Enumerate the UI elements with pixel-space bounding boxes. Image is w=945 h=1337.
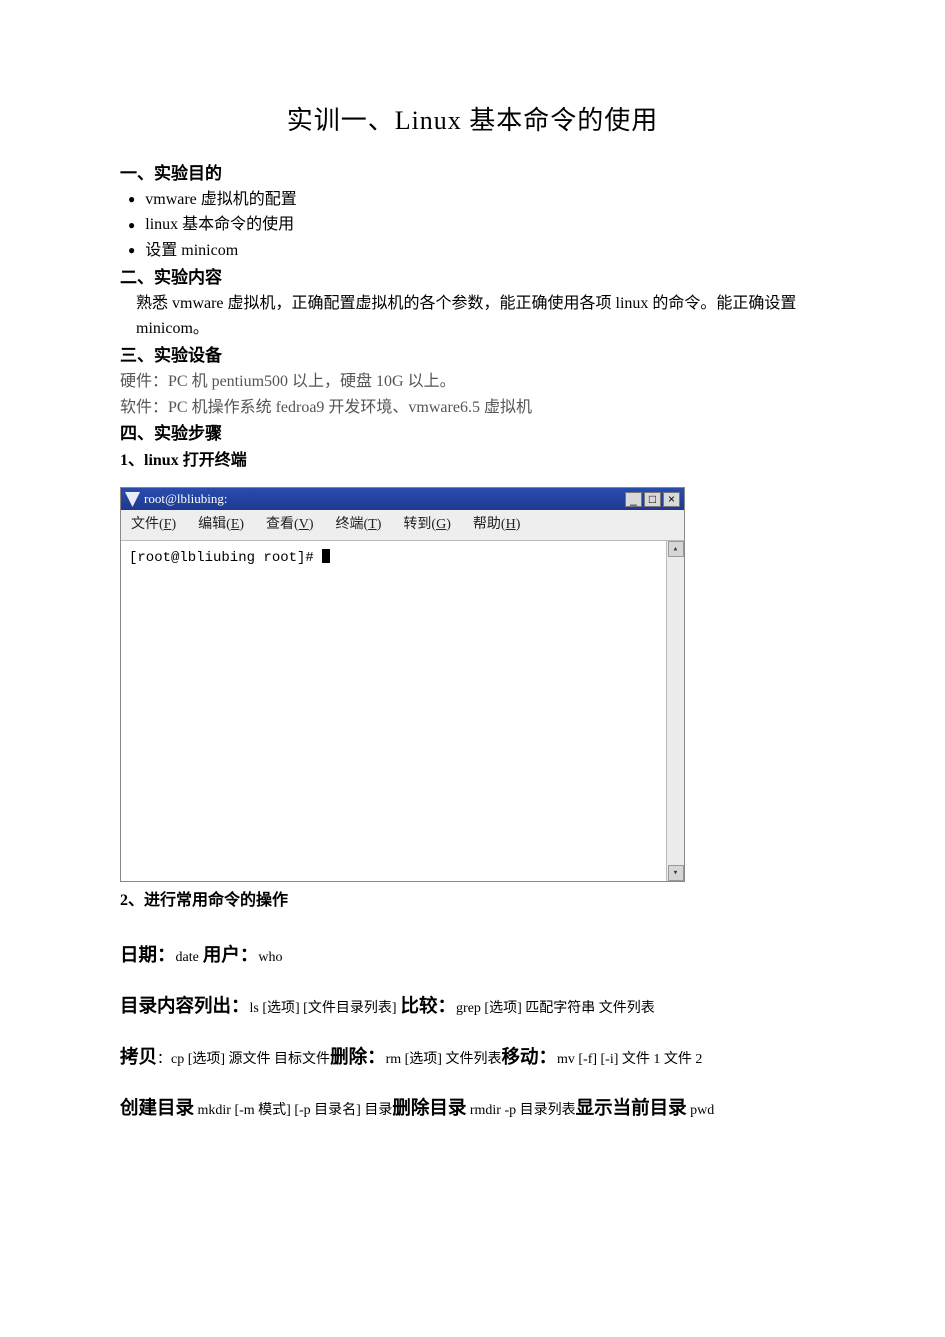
terminal-prompt: [root@lbliubing root]#	[129, 550, 322, 566]
bullet-text: linux 基本命令的使用	[145, 212, 294, 238]
window-titlebar[interactable]: root@lbliubing: _ □ ×	[121, 488, 684, 510]
cmd-cp: cp [选项] 源文件 目标文件	[171, 1052, 330, 1067]
cmd-mkdir: mkdir [-m 模式] [-p 目录名] 目录	[194, 1103, 392, 1118]
scroll-up-icon[interactable]: ▴	[668, 541, 684, 557]
terminal-screenshot: root@lbliubing: _ □ × 文件(F) 编辑(E) 查看(V) …	[120, 487, 825, 882]
scroll-down-icon[interactable]: ▾	[668, 865, 684, 881]
label-mkdir: 创建目录	[120, 1097, 194, 1118]
page-title: 实训一、Linux 基本命令的使用	[120, 100, 825, 142]
menu-help[interactable]: 帮助(H)	[473, 514, 520, 536]
close-button[interactable]: ×	[663, 492, 680, 507]
label-move: 移动：	[501, 1046, 557, 1067]
section4-heading: 四、实验步骤	[120, 420, 825, 447]
bullet-item: ● vmware 虚拟机的配置	[128, 187, 825, 213]
cmd-mv: mv [-f] [-i] 文件 1 文件 2	[557, 1052, 702, 1067]
cmd-rmdir: rmdir -p 目录列表	[466, 1103, 575, 1118]
bullet-text: 设置 minicom	[145, 238, 238, 264]
menubar: 文件(F) 编辑(E) 查看(V) 终端(T) 转到(G) 帮助(H)	[121, 510, 684, 541]
scrollbar[interactable]: ▴ ▾	[666, 541, 684, 881]
label-compare: 比较：	[401, 995, 457, 1016]
bullet-item: ● 设置 minicom	[128, 238, 825, 264]
cmd-rm: rm [选项] 文件列表	[386, 1052, 502, 1067]
step-1: 1、linux 打开终端	[120, 448, 825, 474]
bullet-dot: ●	[128, 190, 135, 209]
menu-view[interactable]: 查看(V)	[266, 514, 313, 536]
section2-heading: 二、实验内容	[120, 264, 825, 291]
terminal-window: root@lbliubing: _ □ × 文件(F) 编辑(E) 查看(V) …	[120, 487, 685, 882]
cmd-date: date	[176, 950, 199, 965]
label-ls: 目录内容列出：	[120, 995, 250, 1016]
menu-go[interactable]: 转到(G)	[403, 514, 450, 536]
section1-heading: 一、实验目的	[120, 160, 825, 187]
menu-file[interactable]: 文件(F)	[131, 514, 176, 536]
maximize-button[interactable]: □	[644, 492, 661, 507]
bullet-text: vmware 虚拟机的配置	[145, 187, 297, 213]
label-pwd: 显示当前目录	[576, 1097, 687, 1118]
label-copy: 拷贝	[120, 1046, 157, 1067]
bullet-dot: ●	[128, 241, 135, 260]
cursor-icon	[322, 549, 330, 563]
cmd-ls: ls [选项] [文件目录列表]	[250, 1001, 397, 1016]
cmd-grep: grep [选项] 匹配字符串 文件列表	[456, 1001, 655, 1016]
section2-text: 熟悉 vmware 虚拟机，正确配置虚拟机的各个参数，能正确使用各项 linux…	[120, 291, 825, 342]
bullet-item: ● linux 基本命令的使用	[128, 212, 825, 238]
commands-block: 日期：date 用户：who 目录内容列出：ls [选项] [文件目录列表] 比…	[120, 936, 825, 1126]
menu-edit[interactable]: 编辑(E)	[198, 514, 244, 536]
app-icon	[125, 492, 140, 507]
label-user: 用户：	[203, 944, 259, 965]
section3-heading: 三、实验设备	[120, 342, 825, 369]
label-rmdir: 删除目录	[392, 1097, 466, 1118]
menu-terminal[interactable]: 终端(T)	[336, 514, 382, 536]
terminal-content[interactable]: [root@lbliubing root]# ▴ ▾	[121, 541, 684, 881]
cmd-who: who	[258, 950, 282, 965]
bullet-dot: ●	[128, 216, 135, 235]
step-2: 2、进行常用命令的操作	[120, 888, 825, 914]
label-date: 日期：	[120, 944, 176, 965]
software-text: 软件：PC 机操作系统 fedroa9 开发环境、vmware6.5 虚拟机	[120, 395, 825, 421]
window-title-text: root@lbliubing:	[144, 489, 227, 510]
minimize-button[interactable]: _	[625, 492, 642, 507]
hardware-text: 硬件：PC 机 pentium500 以上，硬盘 10G 以上。	[120, 369, 825, 395]
sep-copy: ：	[157, 1052, 171, 1067]
label-delete: 删除：	[330, 1046, 386, 1067]
cmd-pwd: pwd	[687, 1103, 715, 1118]
